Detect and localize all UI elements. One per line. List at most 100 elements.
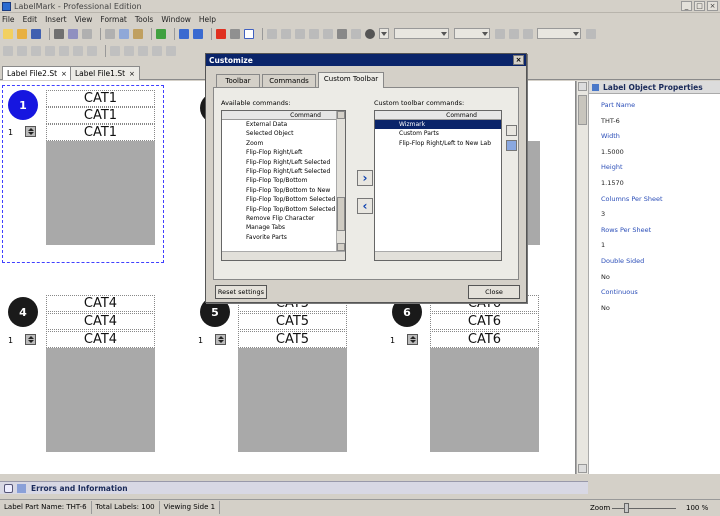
prop-value-rows[interactable]: 1 [589,238,720,254]
list-item[interactable]: External Data [222,120,345,129]
print-preview-icon[interactable] [68,28,78,39]
add-command-button[interactable]: › [357,170,373,186]
reset-settings-button[interactable]: Reset settings [215,285,267,299]
target-icon[interactable] [365,28,375,39]
rectangle-tool-icon[interactable] [295,28,305,39]
move-down-icon[interactable] [506,140,517,151]
align-middle-icon[interactable] [59,45,69,56]
prop-value-continuous[interactable]: No [589,301,720,317]
errors-panel-bar[interactable]: Errors and Information [0,481,588,494]
prop-value-part-name[interactable]: THT-6 [589,114,720,130]
tab-label-file2[interactable]: Label File2.St × [2,66,72,80]
image-tool-icon[interactable] [323,28,333,39]
list-item[interactable]: Flip-Flop Top/Bottom to New [222,186,345,195]
maximize-button[interactable]: □ [694,1,705,11]
canvas-scrollbar[interactable] [576,81,588,474]
list-item-selected[interactable]: Wizmark [375,120,501,130]
prop-value-width[interactable]: 1.5000 [589,145,720,161]
list-item[interactable]: Favorite Parts [222,233,345,242]
scroll-thumb[interactable] [578,95,587,125]
align-center-icon[interactable] [17,45,27,56]
align-right-icon[interactable] [31,45,41,56]
list-item[interactable]: Flip-Flop Top/Bottom [222,176,345,185]
scroll-up-icon[interactable] [337,111,345,119]
label-line-1[interactable]: CAT1 [46,90,155,107]
label-line-1[interactable]: CAT4 [46,295,155,312]
copy-icon[interactable] [119,28,129,39]
label-line-3[interactable]: CAT1 [46,124,155,141]
list-item[interactable]: Selected Object [222,129,345,138]
menu-tools[interactable]: Tools [135,15,153,24]
close-window-button[interactable]: × [707,1,718,11]
menu-window[interactable]: Window [161,15,191,24]
paste-icon[interactable] [133,28,143,39]
redo-icon[interactable] [193,28,203,39]
undo-icon[interactable] [179,28,189,39]
scroll-up-icon[interactable] [578,82,587,91]
label-line-2[interactable]: CAT6 [430,313,539,330]
menu-help[interactable]: Help [199,15,216,24]
prop-value-height[interactable]: 1.1570 [589,176,720,192]
list-item[interactable]: Custom Parts [375,129,501,138]
tab-toolbar[interactable]: Toolbar [216,74,260,88]
label-line-3[interactable]: CAT5 [238,331,347,348]
menu-format[interactable]: Format [100,15,126,24]
custom-commands-list[interactable]: Command Wizmark Custom Parts Flip-Flop R… [374,110,502,261]
ungroup-icon[interactable] [138,45,148,56]
grid-icon[interactable] [156,28,166,39]
zoom-slider-track[interactable] [612,508,676,509]
bold-icon[interactable] [495,28,505,39]
label-line-2[interactable]: CAT4 [46,313,155,330]
menu-insert[interactable]: Insert [45,15,67,24]
move-up-icon[interactable] [506,125,517,136]
close-tab-icon[interactable]: × [129,70,135,78]
barcode-tool-icon[interactable] [337,28,347,39]
delete-icon[interactable] [216,28,226,39]
save-icon[interactable] [31,28,41,39]
close-button[interactable]: Close [468,285,520,299]
prop-value-columns[interactable]: 3 [589,207,720,223]
list-item[interactable]: Zoom [222,139,345,148]
menu-file[interactable]: File [2,15,15,24]
scroll-thumb[interactable] [337,197,345,231]
list-item[interactable]: Flip-Flop Right/Left Selected [222,158,345,167]
ellipse-tool-icon[interactable] [309,28,319,39]
custom-list-hscroll[interactable] [375,251,501,260]
copies-spinner[interactable] [407,334,418,345]
list-item[interactable]: Flip-Flop Top/Bottom Selected [222,205,345,214]
remove-command-button[interactable]: ‹ [357,198,373,214]
tab-custom-toolbar[interactable]: Custom Toolbar [318,72,384,88]
group-icon[interactable] [124,45,134,56]
flip-icon[interactable] [110,45,120,56]
bring-front-icon[interactable] [152,45,162,56]
align-left-icon[interactable] [3,45,13,56]
close-tab-icon[interactable]: × [61,70,67,78]
scroll-down-icon[interactable] [578,464,587,473]
available-list-hscroll[interactable] [222,251,345,260]
label-line-3[interactable]: CAT4 [46,331,155,348]
new-icon[interactable] [3,28,13,39]
print-icon[interactable] [54,28,64,39]
list-item[interactable]: Remove Flip Character [222,214,345,223]
rotate-icon[interactable] [87,45,97,56]
tab-label-file1[interactable]: Label File1.St × [70,66,140,80]
tool-dropdown[interactable] [379,28,389,39]
align-top-icon[interactable] [45,45,55,56]
list-item[interactable]: Flip-Flop Right/Left Selected [222,167,345,176]
underline-icon[interactable] [523,28,533,39]
label-line-2[interactable]: CAT5 [238,313,347,330]
minimize-button[interactable]: _ [681,1,692,11]
list-item[interactable]: Flip-Flop Top/Bottom Selected [222,195,345,204]
tab-commands[interactable]: Commands [262,74,316,88]
send-back-icon[interactable] [166,45,176,56]
copies-spinner[interactable] [215,334,226,345]
font-size-combo[interactable] [454,28,490,39]
scroll-down-icon[interactable] [337,243,345,251]
copies-spinner[interactable] [25,334,36,345]
list-item[interactable]: Flip-Flop Right/Left [222,148,345,157]
zoom-slider-thumb[interactable] [624,503,629,513]
menu-view[interactable]: View [75,15,93,24]
expand-icon[interactable] [4,483,13,493]
prop-value-double-sided[interactable]: No [589,270,720,286]
list-item[interactable]: Flip-Flop Right/Left to New Lab [375,139,501,148]
